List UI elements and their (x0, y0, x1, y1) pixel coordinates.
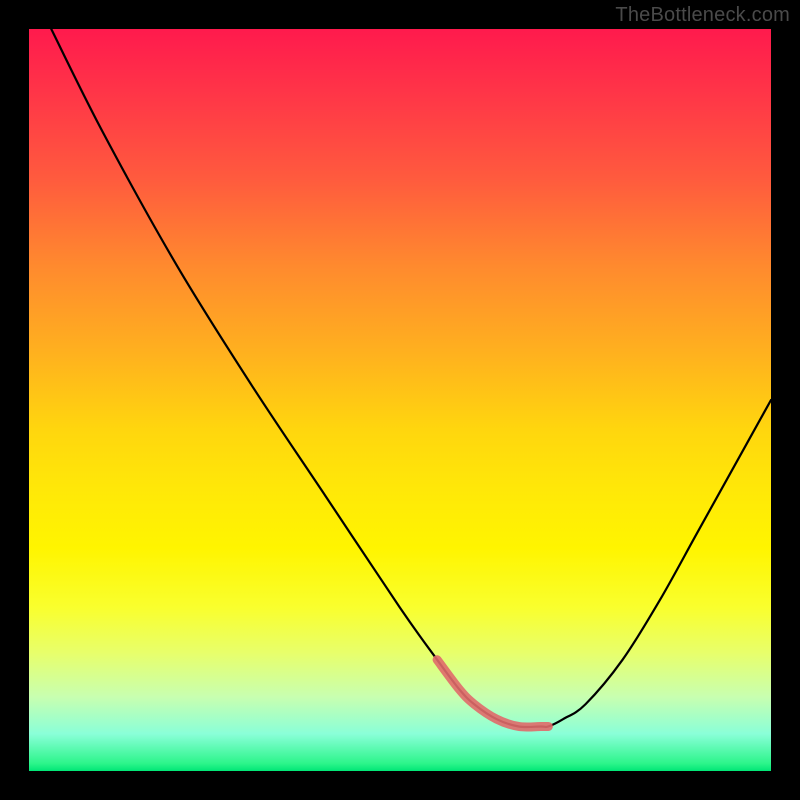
bottleneck-curve (51, 29, 771, 727)
curve-svg (29, 29, 771, 771)
plot-area (29, 29, 771, 771)
bottleneck-curve-highlight (437, 660, 548, 727)
watermark-text: TheBottleneck.com (615, 4, 790, 27)
chart-frame: TheBottleneck.com (0, 0, 800, 800)
